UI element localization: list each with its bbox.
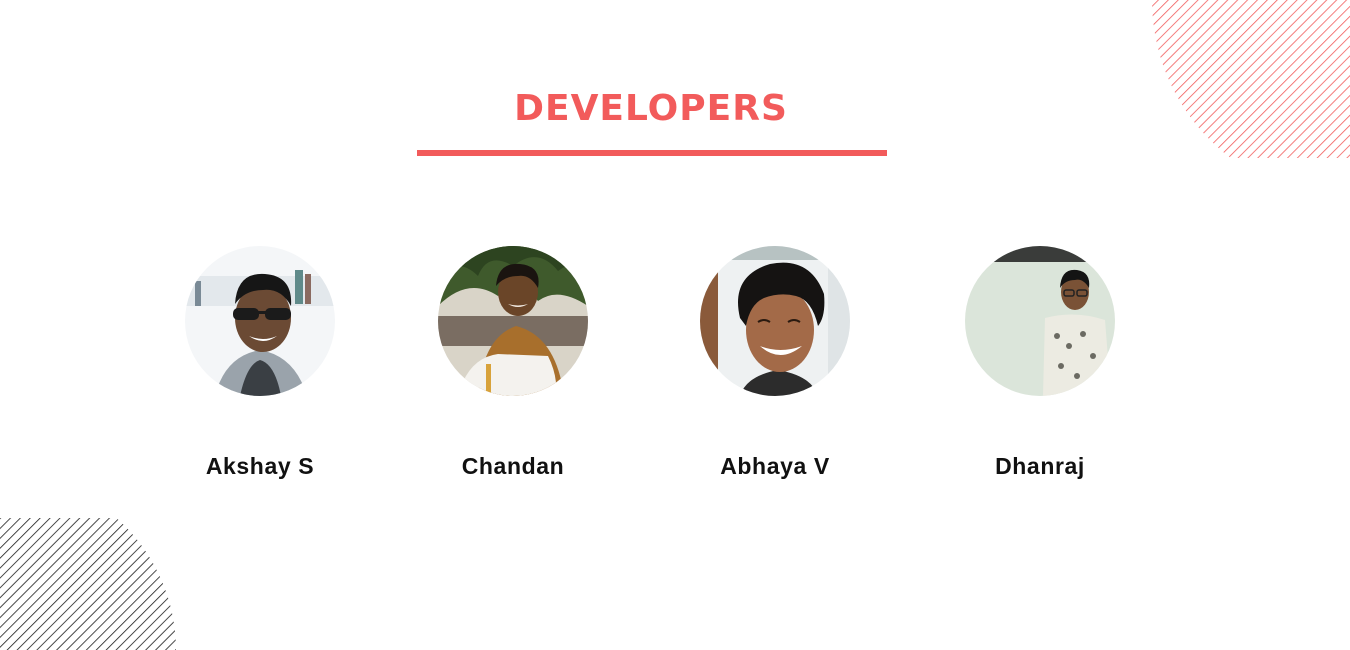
person-photo-icon — [700, 246, 850, 396]
person-photo-icon — [185, 246, 335, 396]
striped-quarter-circle-top-right — [1152, 0, 1350, 158]
developer-name: Dhanraj — [995, 453, 1085, 479]
developer-name: Chandan — [461, 453, 565, 479]
developer-photo — [965, 246, 1115, 396]
striped-quarter-circle-bottom-left — [0, 518, 176, 650]
person-photo-icon — [438, 246, 588, 396]
section-title: DEVELOPERS — [514, 88, 788, 129]
developer-photo — [185, 246, 335, 396]
person-photo-icon — [965, 246, 1115, 396]
developer-name: Abhaya V — [720, 453, 830, 479]
developer-photo — [438, 246, 588, 396]
title-underline — [417, 150, 887, 156]
developer-card: Akshay S — [160, 246, 360, 480]
developer-card: Abhaya V — [675, 246, 875, 480]
developer-card: Dhanraj — [940, 246, 1140, 480]
developer-card: Chandan — [413, 246, 613, 480]
developer-name: Akshay S — [205, 453, 315, 479]
developer-photo — [700, 246, 850, 396]
